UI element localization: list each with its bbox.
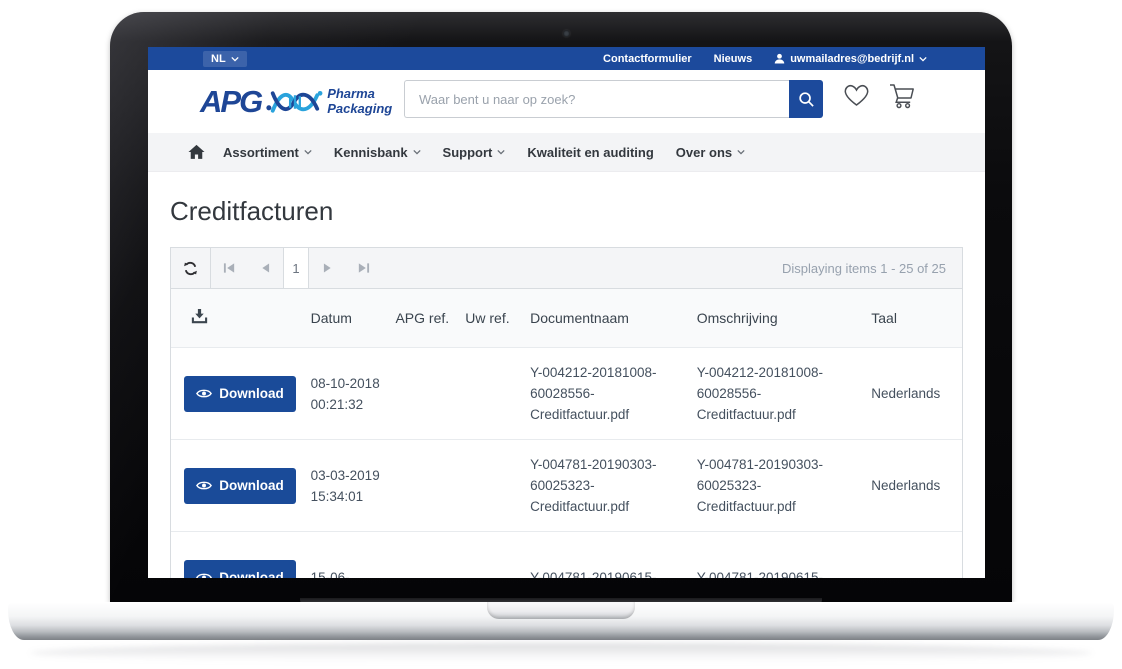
nav-item-assortiment[interactable]: Assortiment [223,145,312,160]
browser-viewport: NL Contactformulier Nieuws uwmailadres@b… [148,47,985,578]
logo-tagline: Pharma Packaging [327,87,392,116]
col-header-uw-ref[interactable]: Uw ref. [465,310,530,326]
chevron-down-icon [497,148,505,156]
grid-toolbar: 1 Displaying items 1 - 25 of 25 [171,248,962,288]
col-header-apg-ref[interactable]: APG ref. [395,310,465,326]
chevron-down-icon [231,55,239,63]
dna-helix-icon [265,85,323,119]
cell-taal: Nederlands [871,383,962,404]
logo-tagline-line1: Pharma [327,86,375,101]
download-button[interactable]: Download [184,560,296,579]
nav-label: Support [443,145,493,160]
page-prev-button[interactable] [247,248,283,288]
table-row: Download 03-03-2019 15:34:01 Y-004781-20… [171,439,962,531]
eye-icon [196,572,212,578]
nav-item-support[interactable]: Support [443,145,506,160]
cell-documentnaam: Y-004781-20190615- [530,567,697,578]
wishlist-button[interactable] [843,83,870,108]
page-title: Creditfacturen [170,196,963,227]
col-header-datum[interactable]: Datum [311,310,396,326]
nav-home[interactable] [188,144,205,160]
eye-icon [196,388,212,399]
cell-documentnaam: Y-004212-20181008-60028556-Creditfactuur… [530,362,697,425]
col-header-omschrijving[interactable]: Omschrijving [697,310,872,326]
language-selector[interactable]: NL [203,51,247,67]
logo-brand-text: APG [200,86,261,117]
download-all-header[interactable] [171,308,311,328]
home-icon [188,144,205,160]
cart-button[interactable] [889,83,916,109]
cell-datum: 08-10-2018 00:21:32 [311,373,396,415]
refresh-icon [182,260,199,277]
table-header-row: Datum APG ref. Uw ref. Documentnaam Omsc… [171,288,962,347]
laptop-mockup: NL Contactformulier Nieuws uwmailadres@b… [0,0,1122,669]
nav-item-kwaliteit[interactable]: Kwaliteit en auditing [527,145,653,160]
page-last-icon [357,262,370,274]
pager: 1 [211,248,381,288]
cell-omschrijving: Y-004781-20190303-60025323-Creditfactuur… [697,454,872,517]
language-label: NL [211,53,226,65]
top-utility-bar: NL Contactformulier Nieuws uwmailadres@b… [148,47,985,70]
table-row: Download 08-10-2018 00:21:32 Y-004212-20… [171,347,962,439]
nav-item-over-ons[interactable]: Over ons [676,145,745,160]
eye-icon [196,480,212,491]
invoices-grid: 1 Displaying items 1 - 25 of 25 [170,247,963,578]
page-content: Creditfacturen [148,196,985,578]
page-prev-icon [261,262,270,274]
download-button-label: Download [219,478,284,493]
cell-omschrijving: Y-004212-20181008-60028556-Creditfactuur… [697,362,872,425]
download-icon [191,308,208,325]
main-nav: Assortiment Kennisbank Support Kwaliteit… [148,133,985,172]
page-next-button[interactable] [309,248,345,288]
col-header-documentnaam[interactable]: Documentnaam [530,310,697,326]
cell-taal: Nederlands [871,475,962,496]
nav-item-kennisbank[interactable]: Kennisbank [334,145,421,160]
nav-label: Kennisbank [334,145,408,160]
download-button[interactable]: Download [184,376,296,412]
laptop-base-notch [487,602,635,619]
search-input[interactable] [404,80,789,118]
logo-tagline-line2: Packaging [327,101,392,116]
nav-label: Over ons [676,145,732,160]
site-header: APG Pharma Packaging [148,70,985,133]
refresh-button[interactable] [171,248,211,288]
chevron-down-icon [919,55,927,63]
chevron-down-icon [737,148,745,156]
search-bar [404,80,823,118]
account-menu[interactable]: uwmailadres@bedrijf.nl [774,53,927,65]
page-next-icon [323,262,332,274]
download-button-label: Download [219,386,284,401]
news-link[interactable]: Nieuws [714,53,753,65]
cart-icon [889,83,916,109]
webcam-dot [563,30,570,37]
search-icon [798,91,815,108]
displaying-items-status: Displaying items 1 - 25 of 25 [381,248,962,288]
col-header-taal[interactable]: Taal [871,310,962,326]
search-button[interactable] [789,80,823,118]
cell-documentnaam: Y-004781-20190303-60025323-Creditfactuur… [530,454,697,517]
chevron-down-icon [413,148,421,156]
page-first-button[interactable] [211,248,247,288]
heart-icon [843,83,870,108]
table-row: Download 15-06- Y-004781-20190615- Y-004… [171,531,962,578]
download-button-label: Download [219,570,284,578]
cell-omschrijving: Y-004781-20190615- [697,567,872,578]
user-icon [774,53,785,64]
chevron-down-icon [304,148,312,156]
laptop-reflection [30,643,1092,663]
page-first-icon [223,262,236,274]
account-email: uwmailadres@bedrijf.nl [790,53,914,65]
nav-label: Assortiment [223,145,299,160]
nav-label: Kwaliteit en auditing [527,145,653,160]
cell-datum: 03-03-2019 15:34:01 [311,465,396,507]
cell-datum: 15-06- [311,567,396,578]
site-logo[interactable]: APG Pharma Packaging [200,85,392,119]
download-button[interactable]: Download [184,468,296,504]
page-last-button[interactable] [345,248,381,288]
contact-link[interactable]: Contactformulier [603,53,692,65]
page-number[interactable]: 1 [283,248,309,288]
